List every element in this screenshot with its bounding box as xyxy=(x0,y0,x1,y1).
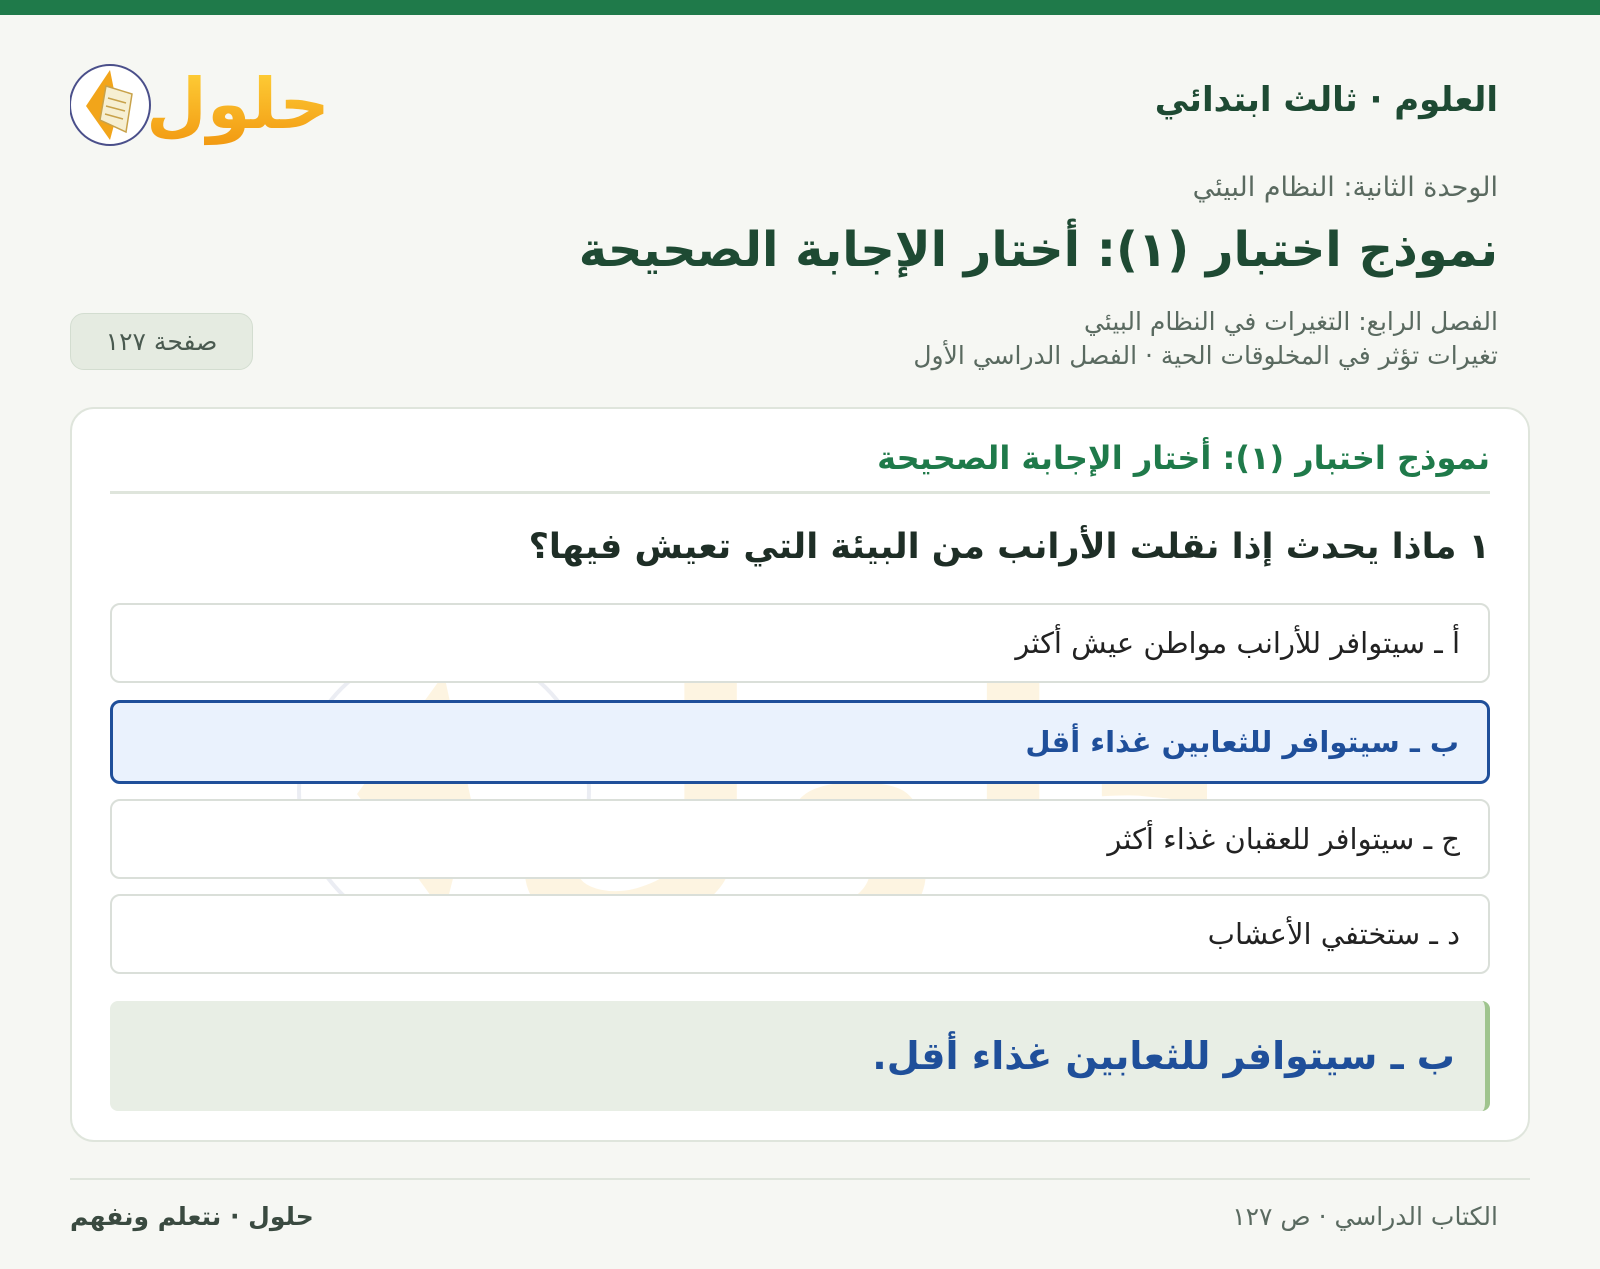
logo-text: حلول xyxy=(146,63,330,145)
hulul-logo: حلول xyxy=(70,63,330,146)
option-a[interactable]: أ ـ سيتوافر للأرانب مواطن عيش أكثر xyxy=(110,603,1490,683)
unit-label: الوحدة الثانية: النظام البيئي xyxy=(1192,172,1498,203)
answer-text: ب ـ سيتوافر للثعابين غذاء أقل. xyxy=(872,1034,1455,1078)
card-title: نموذج اختبار (١): أختار الإجابة الصحيحة xyxy=(110,439,1490,494)
subject-grade-title: العلوم · ثالث ابتدائي xyxy=(1154,80,1498,120)
page-header: العلوم · ثالث ابتدائي حلول xyxy=(70,48,1498,158)
lesson-label: تغيرات تؤثر في المخلوقات الحية · الفصل ا… xyxy=(913,341,1498,370)
answer-box: ب ـ سيتوافر للثعابين غذاء أقل. xyxy=(110,1001,1490,1111)
option-d[interactable]: د ـ ستختفي الأعشاب xyxy=(110,894,1490,974)
footer-brand-tagline: حلول · نتعلم ونفهم xyxy=(70,1202,314,1231)
page-title: نموذج اختبار (١): أختار الإجابة الصحيحة xyxy=(578,222,1498,278)
chapter-info: الفصل الرابع: التغيرات في النظام البيئي … xyxy=(913,305,1498,373)
top-accent-bar xyxy=(0,0,1600,15)
chapter-label: الفصل الرابع: التغيرات في النظام البيئي xyxy=(1083,307,1498,336)
question-text: ١ ماذا يحدث إذا نقلت الأرانب من البيئة ا… xyxy=(528,527,1490,567)
page-number-badge: صفحة ١٢٧ xyxy=(70,313,253,370)
quiz-card: حلول نموذج اختبار (١): أختار الإجابة الص… xyxy=(70,407,1530,1142)
option-c[interactable]: ج ـ سيتوافر للعقبان غذاء أكثر xyxy=(110,799,1490,879)
footer-book-reference: الكتاب الدراسي · ص ١٢٧ xyxy=(1232,1202,1498,1231)
footer-divider xyxy=(70,1178,1530,1180)
option-b-selected[interactable]: ب ـ سيتوافر للثعابين غذاء أقل xyxy=(110,700,1490,784)
